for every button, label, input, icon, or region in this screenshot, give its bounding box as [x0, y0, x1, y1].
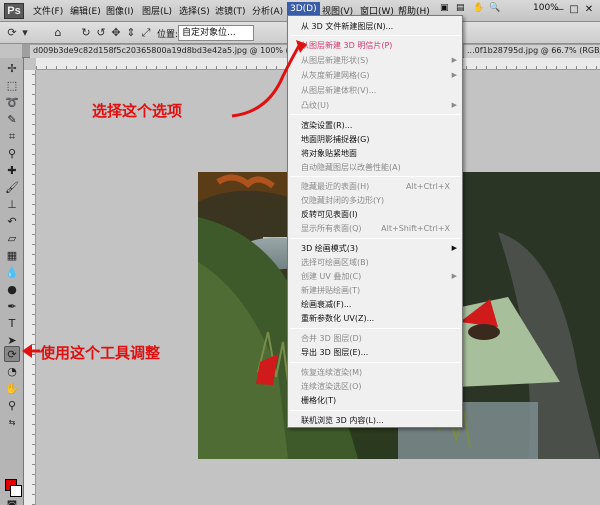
menu-select[interactable]: 选择(S) [179, 4, 210, 17]
menu-separator [290, 410, 460, 411]
marquee-tool-icon[interactable]: ⬚ [4, 78, 20, 94]
quick-select-tool-icon[interactable]: ✎ [4, 112, 20, 128]
3d-rotate-tool-icon[interactable]: ⟳ [4, 346, 20, 362]
lasso-tool-icon[interactable]: ➰ [4, 95, 20, 111]
home-icon[interactable]: ⌂ [52, 27, 64, 39]
launch-bridge-icon[interactable]: ▤ [456, 3, 465, 13]
maximize-button[interactable]: □ [567, 3, 581, 16]
menu-new-tiled-painting[interactable]: 新建拼贴绘画(T) [288, 284, 462, 297]
scale-icon[interactable]: ⤢ [140, 27, 152, 39]
clone-stamp-tool-icon[interactable]: ⊥ [4, 197, 20, 213]
tool-preset-arrow-icon[interactable]: ▾ [19, 27, 31, 39]
3d-menu-dropdown: 从 3D 文件新建图层(N)... 从图层新建 3D 明信片(P) 从图层新建形… [287, 15, 463, 428]
mini-bridge-icon[interactable]: ▣ [440, 3, 449, 13]
toolbox: ✢ ⬚ ➰ ✎ ⌗ ⚲ ✚ 🖌 ⊥ ↶ ▱ ▦ 💧 ● ✒ T ➤ ▭ ⟳ ◔ … [0, 58, 24, 505]
menu-separator [290, 114, 460, 115]
eraser-tool-icon[interactable]: ▱ [4, 231, 20, 247]
menu-layer[interactable]: 图层(L) [142, 4, 172, 17]
move-tool-icon[interactable]: ✢ [4, 61, 20, 77]
menu-resume-progressive-render[interactable]: 恢复连续渲染(M) [288, 366, 462, 379]
menu-new-layer-from-3d-file[interactable]: 从 3D 文件新建图层(N)... [288, 20, 462, 33]
photoshop-logo: Ps [4, 3, 24, 19]
menu-render-settings[interactable]: 渲染设置(R)... [288, 119, 462, 132]
submenu-arrow-icon: ▶ [451, 71, 457, 79]
menu-export-3d-layer[interactable]: 导出 3D 图层(E)... [288, 346, 462, 359]
menu-select-paintable-areas[interactable]: 选择可绘画区域(B) [288, 256, 462, 269]
type-tool-icon[interactable]: T [4, 316, 20, 332]
rotate-icon[interactable]: ↻ [80, 27, 92, 39]
hand-icon[interactable]: ✋ [473, 3, 484, 13]
menu-invert-visible-surfaces[interactable]: 反转可见表面(I) [288, 208, 462, 221]
menu-browse-3d-content-online[interactable]: 联机浏览 3D 内容(L)... [288, 414, 462, 427]
annotation-use-tool: 使用这个工具调整 [40, 344, 161, 362]
background-color-swatch[interactable] [10, 485, 22, 497]
zoom-tool-icon[interactable]: 🔍 [489, 3, 500, 13]
pan-icon[interactable]: ✥ [110, 27, 122, 39]
position-select[interactable]: 自定对象位... [178, 25, 254, 41]
eyedropper-tool-icon[interactable]: ⚲ [4, 146, 20, 162]
document-tab-2[interactable]: ...0f1b28795d.jpg @ 66.7% (RGB/8#) × [464, 45, 600, 58]
blur-tool-icon[interactable]: 💧 [4, 265, 20, 281]
menu-3d[interactable]: 3D(D) [287, 2, 320, 16]
menu-reparameterize-uvs[interactable]: 重新参数化 UV(Z)... [288, 312, 462, 325]
brush-tool-icon[interactable]: 🖌 [4, 180, 20, 196]
menu-auto-hide-layers[interactable]: 自动隐藏图层以改善性能(A) [288, 161, 462, 174]
menu-repousse[interactable]: 凸纹(U) ▶ [288, 99, 462, 112]
menu-separator [290, 362, 460, 363]
menu-3d-paint-mode[interactable]: 3D 绘画模式(3) ▶ [288, 242, 462, 255]
menu-create-uv-overlays[interactable]: 创建 UV 叠加(C) ▶ [288, 270, 462, 283]
menu-filter[interactable]: 滤镜(T) [215, 4, 246, 17]
menu-new-shape-from-layer[interactable]: 从图层新建形状(S) ▶ [288, 54, 462, 67]
menu-separator [290, 238, 460, 239]
menu-edit[interactable]: 编辑(E) [70, 4, 101, 17]
close-button[interactable]: ✕ [582, 3, 596, 16]
3d-camera-tool-icon[interactable]: ◔ [4, 364, 20, 380]
menu-only-hide-enclosed-polygons[interactable]: 仅隐藏封闭的多边形(Y) [288, 194, 462, 207]
position-label: 位置: [157, 30, 179, 40]
menu-ground-plane-shadow-catcher[interactable]: 地面阴影捕捉器(G) [288, 133, 462, 146]
menu-snap-object-to-ground[interactable]: 将对象贴紧地面 [288, 147, 462, 160]
history-brush-tool-icon[interactable]: ↶ [4, 214, 20, 230]
submenu-arrow-icon: ▶ [451, 272, 457, 280]
menu-rasterize[interactable]: 栅格化(T) [288, 394, 462, 407]
hand-tool-icon[interactable]: ✋ [4, 381, 20, 397]
document-tab-1[interactable]: d009b3de9c82d158f5c20365800a19d8bd3e42a5… [30, 45, 292, 58]
rotate-3d-tool-icon[interactable]: ⟳ [6, 27, 18, 39]
swap-colors-icon[interactable]: ⇆ [4, 415, 20, 431]
submenu-arrow-icon: ▶ [451, 101, 457, 109]
roll-icon[interactable]: ↺ [95, 27, 107, 39]
submenu-arrow-icon: ▶ [451, 56, 457, 64]
menu-hide-nearest-surface[interactable]: 隐藏最近的表面(H) Alt+Ctrl+X [288, 180, 462, 193]
dodge-tool-icon[interactable]: ● [4, 282, 20, 298]
menu-image[interactable]: 图像(I) [106, 4, 134, 17]
menu-analysis[interactable]: 分析(A) [252, 4, 283, 17]
pen-tool-icon[interactable]: ✒ [4, 299, 20, 315]
menu-new-mesh-from-grayscale[interactable]: 从灰度新建网格(G) ▶ [288, 69, 462, 82]
gradient-tool-icon[interactable]: ▦ [4, 248, 20, 264]
menu-separator [290, 35, 460, 36]
menu-progressive-render-selection[interactable]: 连续渲染选区(O) [288, 380, 462, 393]
menu-merge-3d-layers[interactable]: 合并 3D 图层(D) [288, 332, 462, 345]
menu-new-3d-postcard-from-layer[interactable]: 从图层新建 3D 明信片(P) [288, 39, 462, 52]
annotation-select-option: 选择这个选项 [92, 102, 183, 120]
minimize-button[interactable]: — [552, 3, 566, 16]
crop-tool-icon[interactable]: ⌗ [4, 129, 20, 145]
menu-paint-falloff[interactable]: 绘画衰减(F)... [288, 298, 462, 311]
submenu-arrow-icon: ▶ [451, 244, 457, 252]
zoom-tool-icon[interactable]: ⚲ [4, 398, 20, 414]
quick-mask-icon[interactable]: ◙ [4, 498, 20, 505]
vertical-ruler [24, 70, 36, 505]
menu-reveal-all-surfaces[interactable]: 显示所有表面(Q) Alt+Shift+Ctrl+X [288, 222, 462, 235]
menu-separator [290, 176, 460, 177]
menu-new-volume-from-layers[interactable]: 从图层新建体积(V)... [288, 84, 462, 97]
menu-file[interactable]: 文件(F) [33, 4, 63, 17]
slide-icon[interactable]: ⇕ [125, 27, 137, 39]
menu-separator [290, 328, 460, 329]
healing-brush-tool-icon[interactable]: ✚ [4, 163, 20, 179]
